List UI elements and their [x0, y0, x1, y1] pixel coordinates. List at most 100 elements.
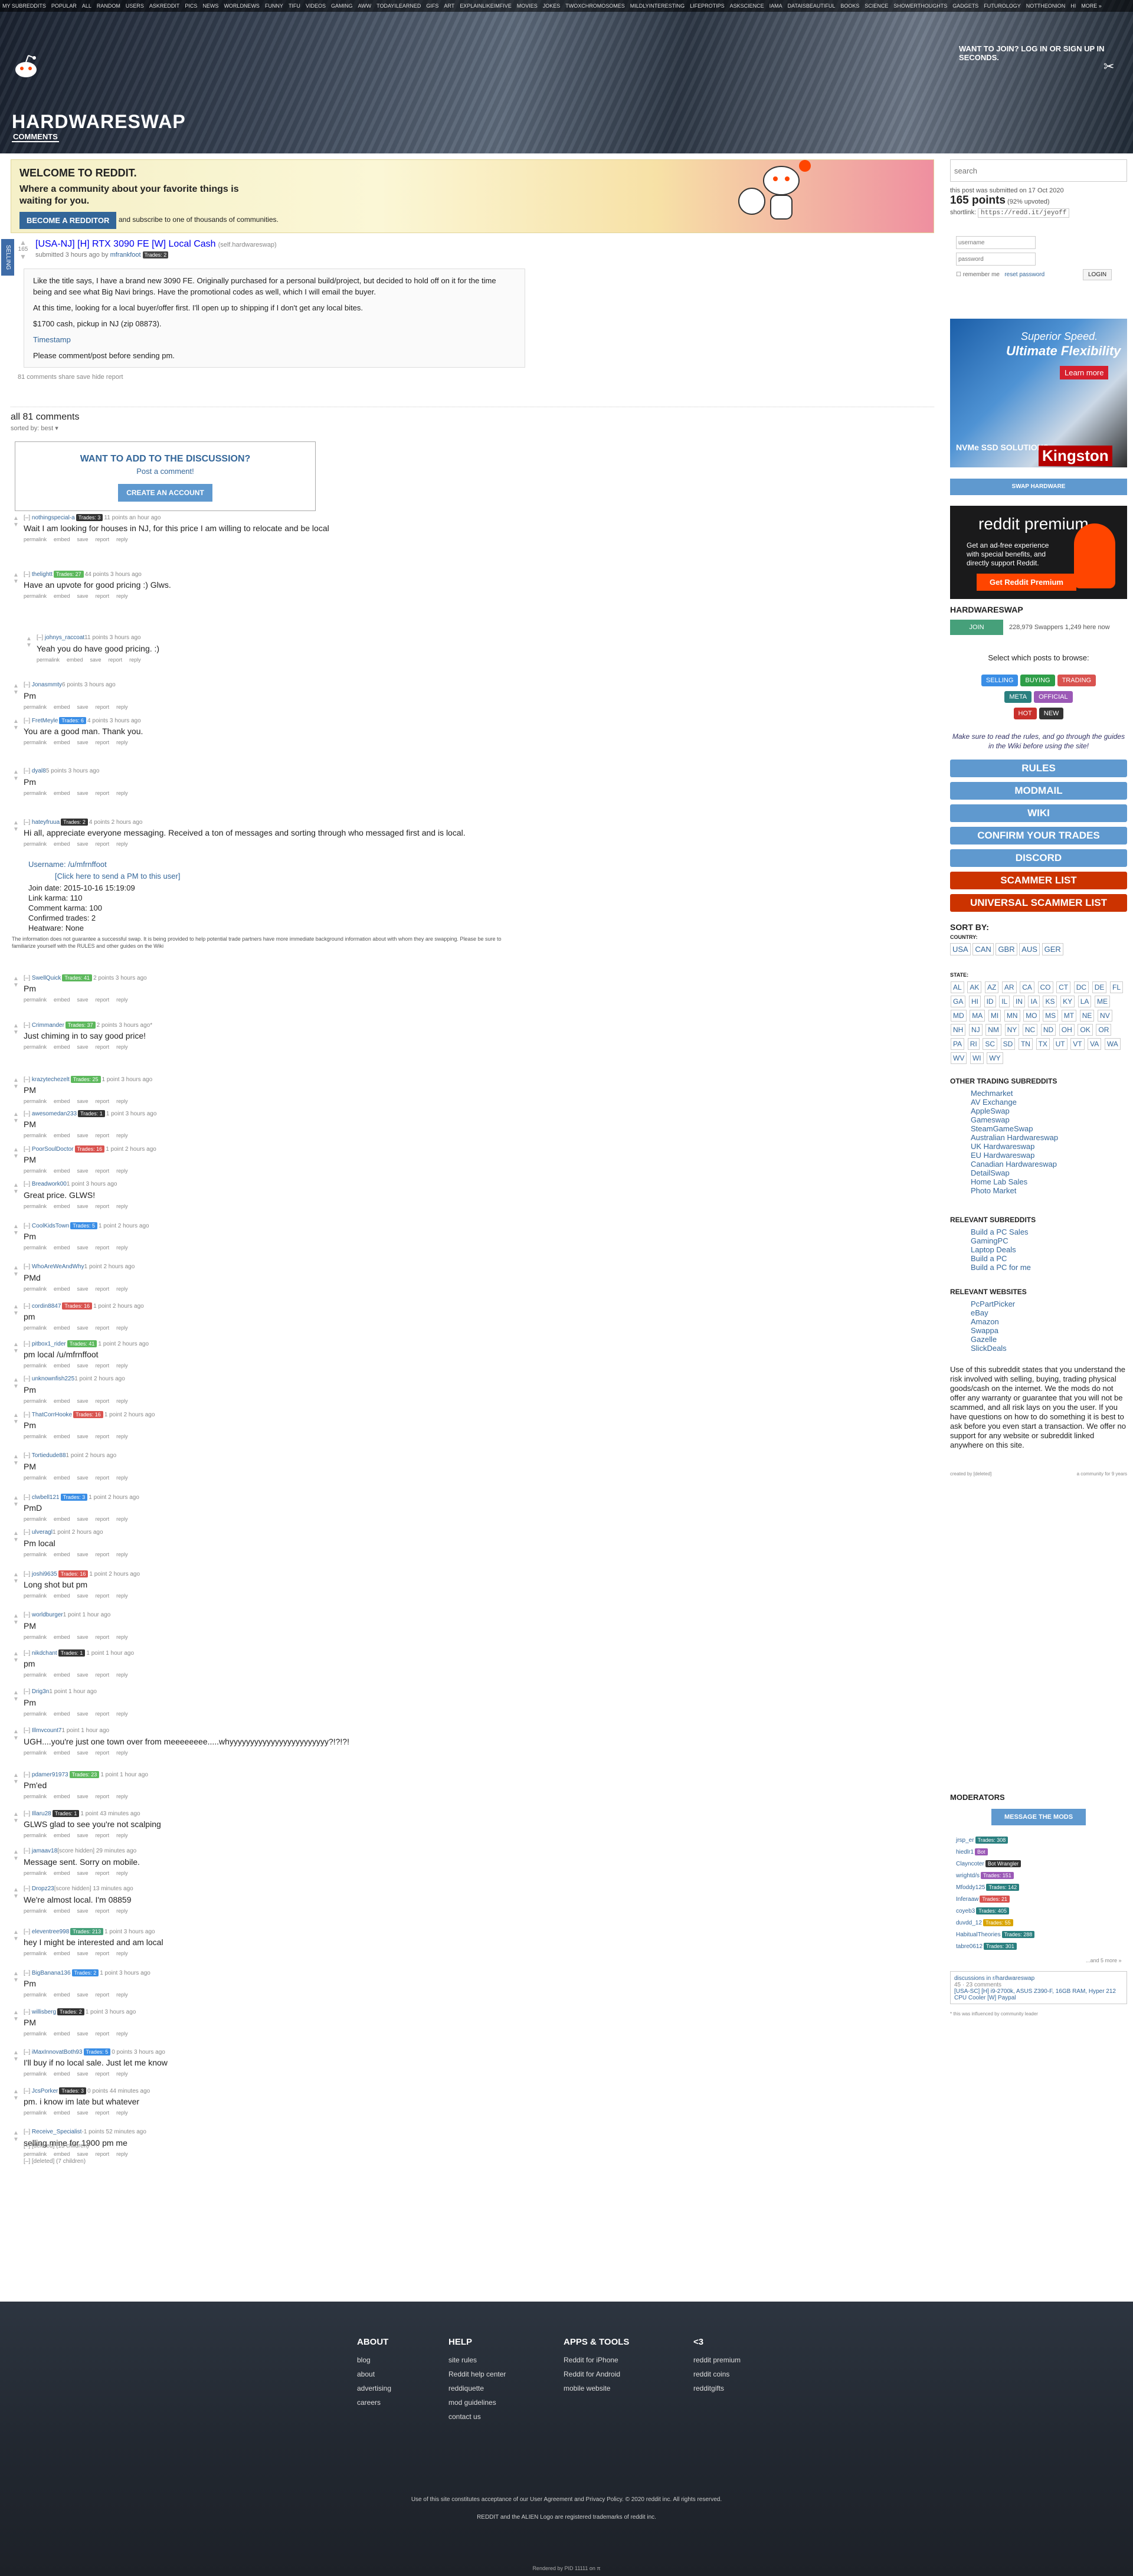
sidebar-link[interactable]: EU Hardwareswap — [971, 1151, 1034, 1160]
state-chip[interactable]: DE — [1092, 981, 1107, 993]
comment-action-embed[interactable]: embed — [54, 2031, 70, 2037]
comment-action-report[interactable]: report — [96, 1098, 110, 1104]
comment-action-report[interactable]: report — [96, 1593, 110, 1599]
comment-action-report[interactable]: report — [96, 1325, 110, 1331]
comment-author[interactable]: nothingspecial-a — [32, 515, 75, 521]
footer-link[interactable]: about — [357, 2367, 391, 2381]
downvote-icon[interactable]: ▼ — [12, 1936, 20, 1942]
comment-action-report[interactable]: report — [96, 2071, 110, 2077]
comment-action-save[interactable]: save — [77, 1245, 89, 1251]
comment-action-reply[interactable]: reply — [116, 1870, 128, 1876]
state-chip[interactable]: IN — [1013, 996, 1025, 1007]
comment-action-permalink[interactable]: permalink — [24, 1475, 47, 1481]
sidebar-link[interactable]: Australian Hardwareswap — [971, 1133, 1058, 1142]
reddit-alien-logo[interactable] — [8, 47, 44, 83]
comment-action-report[interactable]: report — [96, 790, 110, 796]
downvote-icon[interactable]: ▼ — [12, 1657, 20, 1664]
downvote-icon[interactable]: ▼ — [12, 1029, 20, 1036]
remember-checkbox[interactable]: ☐ — [956, 271, 961, 278]
footer-link[interactable]: site rules — [448, 2353, 506, 2367]
state-chip[interactable]: WV — [951, 1052, 967, 1064]
downvote-icon[interactable]: ▼ — [12, 1818, 20, 1824]
comment-action-report[interactable]: report — [96, 1203, 110, 1209]
comment-action-reply[interactable]: reply — [116, 1908, 128, 1914]
state-chip[interactable]: SD — [1000, 1038, 1016, 1050]
collapse-toggle[interactable]: [–] — [24, 2049, 32, 2055]
comment-action-embed[interactable]: embed — [54, 1363, 70, 1369]
moderator-name[interactable]: HabitualTheories — [956, 1932, 1001, 1938]
state-chip[interactable]: NY — [1004, 1024, 1020, 1036]
moderator-name[interactable]: coyeb3 — [956, 1908, 975, 1914]
subreddit-bar-link[interactable]: BOOKS — [840, 3, 859, 9]
upvote-icon[interactable]: ▲ — [12, 1412, 20, 1419]
state-chip[interactable]: LA — [1078, 996, 1092, 1007]
upvote-icon[interactable]: ▲ — [12, 1454, 20, 1460]
comment-action-report[interactable]: report — [96, 1398, 110, 1404]
comment-author[interactable]: ThatCorrHooke — [32, 1412, 72, 1418]
subreddit-bar-link[interactable]: USERS — [126, 3, 144, 9]
downvote-icon[interactable]: ▼ — [12, 1118, 20, 1124]
swap-hardware-button[interactable]: SWAP HARDWARE — [950, 479, 1127, 495]
comment-action-permalink[interactable]: permalink — [24, 1992, 47, 1998]
downvote-icon[interactable]: ▼ — [12, 2056, 20, 2063]
footer-link[interactable]: contact us — [448, 2410, 506, 2424]
send-pm-link[interactable]: [Click here to send a PM to this user] — [55, 872, 180, 881]
collapse-toggle[interactable]: [–] — [24, 768, 32, 774]
comment-action-embed[interactable]: embed — [54, 790, 70, 796]
post-title[interactable]: [USA-NJ] [H] RTX 3090 FE [W] Local Cash(… — [35, 239, 277, 250]
comment-action-save[interactable]: save — [77, 2151, 89, 2157]
country-chip[interactable]: CAN — [972, 943, 994, 955]
moderator-name[interactable]: duvdd_12 — [956, 1920, 982, 1926]
collapse-toggle[interactable]: [–] — [24, 1022, 32, 1029]
downvote-icon[interactable]: ▼ — [12, 775, 20, 782]
sidebar-link[interactable]: Canadian Hardwareswap — [971, 1160, 1057, 1168]
comment-action-permalink[interactable]: permalink — [24, 1593, 47, 1599]
collapse-toggle[interactable]: [–] — [24, 2009, 32, 2015]
subreddit-bar-link[interactable]: ASKREDDIT — [149, 3, 180, 9]
collapse-toggle[interactable]: [–] — [24, 1688, 32, 1695]
collapse-toggle[interactable]: [–] — [24, 515, 32, 521]
comment-action-save[interactable]: save — [77, 1552, 89, 1557]
comment-action-reply[interactable]: reply — [116, 1793, 128, 1799]
comment-action-report[interactable]: report — [96, 704, 110, 710]
sidebar-link[interactable]: AppleSwap — [971, 1107, 1010, 1115]
comment-action-permalink[interactable]: permalink — [37, 657, 60, 663]
comment-action-permalink[interactable]: permalink — [24, 841, 47, 847]
comment-action-embed[interactable]: embed — [54, 1044, 70, 1050]
state-chip[interactable]: CT — [1056, 981, 1071, 993]
comment-action-embed[interactable]: embed — [54, 997, 70, 1003]
sidebar-button-modmail[interactable]: MODMAIL — [950, 782, 1127, 800]
post-domain[interactable]: (self.hardwareswap) — [218, 241, 277, 248]
sidebar-link[interactable]: DetailSwap — [971, 1168, 1010, 1177]
comment-action-permalink[interactable]: permalink — [24, 1286, 47, 1292]
filter-meta[interactable]: META — [1004, 691, 1032, 703]
comment-author[interactable]: dyal8 — [32, 768, 46, 774]
comment-action-reply[interactable]: reply — [116, 841, 128, 847]
comment-action-save[interactable]: save — [77, 2031, 89, 2037]
downvote-icon[interactable]: ▼ — [12, 1619, 20, 1626]
collapse-toggle[interactable]: [–] — [24, 1811, 32, 1817]
comment-action-permalink[interactable]: permalink — [24, 1711, 47, 1717]
upvote-icon[interactable]: ▲ — [12, 1182, 20, 1189]
comment-action-reply[interactable]: reply — [116, 1044, 128, 1050]
comment-action-report[interactable]: report — [96, 1711, 110, 1717]
comment-action-report[interactable]: report — [96, 593, 110, 599]
comment-action-permalink[interactable]: permalink — [24, 1203, 47, 1209]
comment-author[interactable]: johnys_raccoat — [45, 634, 84, 641]
comment-action-permalink[interactable]: permalink — [24, 1950, 47, 1956]
state-chip[interactable]: DC — [1073, 981, 1089, 993]
state-chip[interactable]: PA — [951, 1038, 965, 1050]
downvote-icon[interactable]: ▼ — [25, 642, 33, 649]
become-redditor-button[interactable]: BECOME A REDDITOR — [19, 212, 117, 229]
comment-action-embed[interactable]: embed — [54, 1870, 70, 1876]
comment-action-permalink[interactable]: permalink — [24, 593, 47, 599]
state-chip[interactable]: AZ — [984, 981, 999, 993]
sidebar-link[interactable]: AV Exchange — [971, 1098, 1017, 1107]
comment-action-report[interactable]: report — [96, 1286, 110, 1292]
more-mods-link[interactable]: ...and 5 more » — [1086, 1958, 1122, 1963]
subreddit-bar-link[interactable]: WORLDNEWS — [224, 3, 260, 9]
reset-password-link[interactable]: reset password — [1004, 271, 1044, 278]
subreddit-bar-link[interactable]: FUTUROLOGY — [984, 3, 1021, 9]
comment-action-embed[interactable]: embed — [54, 536, 70, 542]
filter-hot[interactable]: HOT — [1013, 708, 1037, 719]
